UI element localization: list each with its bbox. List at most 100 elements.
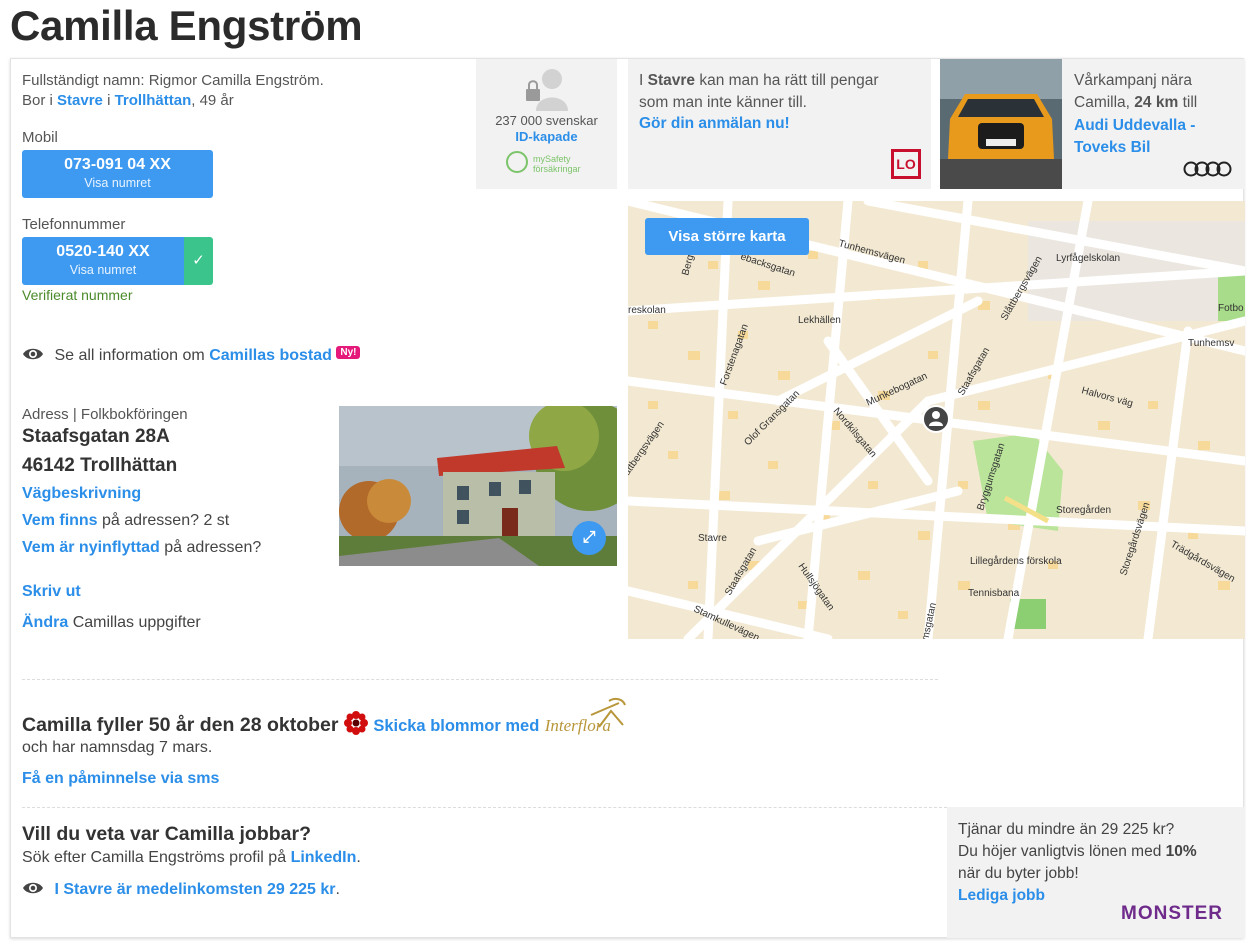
lo-ad[interactable]: I Stavre kan man ha rätt till pengar som…	[628, 59, 931, 189]
edit-link[interactable]: Ändra	[22, 614, 68, 631]
linkedin-row: Sök efter Camilla Engströms profil på Li…	[22, 849, 361, 867]
mysafety-line2: försäkringar	[533, 164, 581, 174]
housing-prefix: Se all information om	[54, 347, 205, 364]
in-word: i	[107, 92, 111, 109]
lo-ad-link[interactable]: Gör din anmälan nu!	[639, 115, 790, 133]
larger-map-button[interactable]: Visa större karta	[645, 218, 809, 255]
mysafety-logo-icon	[506, 151, 528, 173]
sms-reminder-link[interactable]: Få en påminnelse via sms	[22, 770, 219, 788]
audi-ad-link[interactable]: Audi Uddevalla - Toveks Bil	[1074, 115, 1224, 159]
address-label: Adress | Folkbokföringen	[22, 406, 188, 423]
who-lives-row: Vem finns på adressen? 2 st	[22, 512, 229, 530]
show-phone-button[interactable]: 0520-140 XX Visa numret	[22, 237, 184, 285]
income-link[interactable]: I Stavre är medelinkomsten 29 225 kr	[54, 881, 335, 898]
phone-label: Telefonnummer	[22, 216, 126, 233]
map-label: Lyrfågelskolan	[1056, 252, 1120, 264]
map-marker-icon[interactable]	[921, 404, 951, 434]
lives-prefix: Bor i	[22, 92, 53, 109]
edit-row: Ändra Camillas uppgifter	[22, 614, 201, 632]
map-label: Stavre	[698, 533, 727, 544]
linkedin-link[interactable]: LinkedIn	[291, 849, 357, 866]
map-label: Tennisbana	[968, 588, 1020, 599]
verified-check-icon: ✓	[184, 237, 213, 285]
who-lives-rest: på adressen? 2 st	[102, 512, 230, 529]
birthday-title: Camilla fyller 50 år den 28 oktober	[22, 714, 339, 736]
divider	[22, 807, 947, 808]
district-link[interactable]: Stavre	[57, 92, 103, 109]
linkedin-suffix: .	[356, 849, 361, 866]
divider	[22, 679, 938, 680]
mobile-label: Mobil	[22, 129, 58, 146]
audi-ad-line1: Vårkampanj nära	[1074, 72, 1193, 89]
map-label: Lillegårdens förskola	[970, 555, 1062, 567]
work-title: Vill du veta var Camilla jobbar?	[22, 823, 311, 845]
new-resident-row: Vem är nyinflyttad på adressen?	[22, 539, 261, 557]
monster-ad-pct: 10%	[1165, 843, 1197, 860]
city-link[interactable]: Trollhättan	[115, 92, 192, 109]
eye-icon	[23, 348, 43, 360]
monster-ad-line2: Du höjer vanligtvis lönen med 10%	[958, 841, 1197, 863]
monster-ad-line3: när du byter jobb!	[958, 865, 1079, 882]
interflora-mercury-icon	[590, 697, 626, 728]
audi-ad[interactable]: Vårkampanj nära Camilla, 24 km till Audi…	[940, 59, 1245, 189]
lo-ad-place: Stavre	[647, 72, 696, 89]
map-label: reskolan	[628, 305, 666, 316]
lo-ad-pre: I	[639, 72, 644, 89]
income-row: I Stavre är medelinkomsten 29 225 kr.	[22, 881, 340, 899]
send-flowers-link[interactable]: Skicka blommor med	[373, 717, 539, 735]
address-street: Staafsgatan 28A	[22, 426, 170, 447]
who-lives-link[interactable]: Vem finns	[22, 512, 98, 529]
expand-icon[interactable]: ⤢	[572, 521, 606, 555]
page-title: Camilla Engström	[10, 2, 363, 49]
audi-ad-line2-pre: Camilla,	[1074, 94, 1130, 111]
mobile-show-label: Visa numret	[84, 176, 151, 190]
birthday-row: Camilla fyller 50 år den 28 oktober Skic…	[22, 711, 611, 737]
audi-rings-icon	[1183, 161, 1232, 177]
id-protection-ad[interactable]: 237 000 svenskar ID-kapade mySafety förs…	[476, 59, 617, 189]
mobile-number: 073-091 04 XX	[64, 156, 171, 173]
audi-ad-line2: Camilla, 24 km till	[1074, 92, 1197, 114]
monster-logo: MONSTER	[1121, 903, 1223, 924]
id-ad-link[interactable]: ID-kapade	[476, 129, 617, 144]
phone-number: 0520-140 XX	[56, 243, 150, 260]
monster-jobs-link[interactable]: Lediga jobb	[958, 885, 1045, 907]
nameday: och har namnsdag 7 mars.	[22, 739, 213, 756]
monster-ad-line2-pre: Du höjer vanligtvis lönen med	[958, 843, 1162, 860]
audi-ad-line2-post: till	[1182, 94, 1198, 111]
new-resident-rest: på adressen?	[164, 539, 262, 556]
print-link[interactable]: Skriv ut	[22, 583, 81, 601]
map-label: Tunhemsv	[1188, 338, 1234, 349]
linkedin-prefix: Sök efter Camilla Engströms profil på	[22, 849, 287, 866]
lo-logo-icon: LO	[891, 149, 921, 179]
person-card: Fullständigt namn: Rigmor Camilla Engstr…	[10, 58, 1245, 938]
car-image	[940, 59, 1062, 189]
monster-ad[interactable]: Tjänar du mindre än 29 225 kr? Du höjer …	[947, 807, 1245, 938]
phone-show-label: Visa numret	[69, 263, 137, 277]
directions-link[interactable]: Vägbeskrivning	[22, 485, 141, 503]
eye-icon	[23, 882, 43, 894]
income-suffix: .	[335, 881, 340, 898]
mysafety-brand: mySafety försäkringar	[533, 154, 581, 174]
audi-ad-distance: 24 km	[1134, 94, 1179, 111]
housing-link[interactable]: Camillas bostad	[209, 347, 332, 364]
age: , 49 år	[191, 92, 234, 109]
map[interactable]: Tunhemsvägen Lyrfågelskolan Fotbo Tunhem…	[628, 201, 1245, 639]
map-label: Lekhällen	[798, 315, 841, 326]
new-badge: Ny!	[336, 346, 361, 359]
map-label: Fotbo	[1218, 303, 1244, 314]
residence-line: Bor i Stavre i Trollhättan, 49 år	[22, 90, 234, 112]
person-lock-icon	[526, 69, 568, 111]
mysafety-line1: mySafety	[533, 154, 571, 164]
new-resident-link[interactable]: Vem är nyinflyttad	[22, 539, 160, 556]
show-mobile-button[interactable]: 073-091 04 XX Visa numret	[22, 150, 213, 198]
edit-rest: Camillas uppgifter	[72, 614, 201, 631]
map-label: Storegården	[1056, 504, 1111, 516]
house-photo[interactable]: ⤢	[339, 406, 617, 566]
full-name: Fullständigt namn: Rigmor Camilla Engstr…	[22, 72, 324, 89]
lo-ad-text: I Stavre kan man ha rätt till pengar som…	[639, 70, 909, 114]
id-ad-count: 237 000 svenskar	[495, 113, 598, 128]
housing-row: Se all information om Camillas bostad Ny…	[22, 346, 361, 365]
verified-label: Verifierat nummer	[22, 287, 133, 303]
flower-icon	[343, 711, 368, 735]
monster-ad-line1: Tjänar du mindre än 29 225 kr?	[958, 821, 1175, 838]
